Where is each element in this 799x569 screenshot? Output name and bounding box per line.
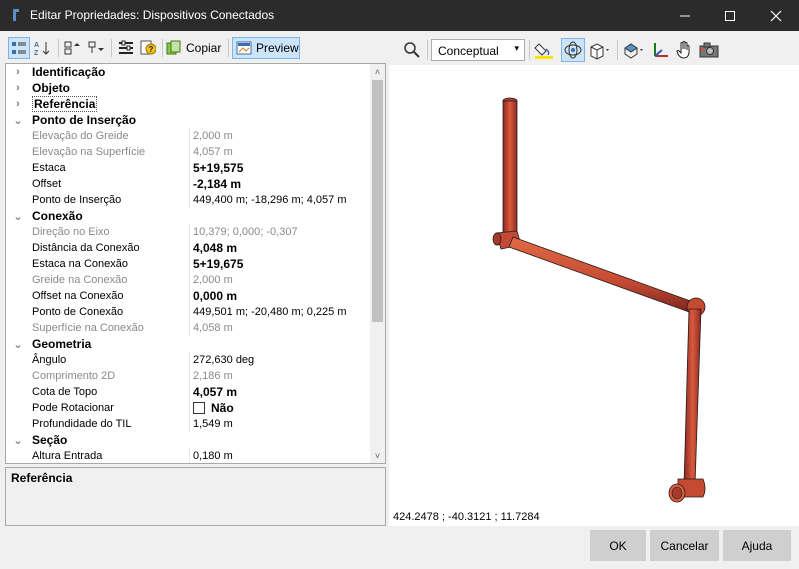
axes-button[interactable] — [649, 38, 671, 62]
collapse-icon — [88, 41, 104, 53]
axes-icon — [654, 43, 668, 57]
app-icon — [13, 9, 19, 21]
pipe-model — [492, 97, 706, 503]
property-grid: › Identificação › Objeto › Referência ⌄ … — [5, 63, 386, 464]
property-row[interactable]: Ângulo 272,630 deg — [6, 352, 370, 368]
property-row[interactable]: Offset na Conexão 0,000 m — [6, 288, 370, 304]
fill-color-button[interactable] — [533, 38, 555, 62]
property-row[interactable]: Elevação do Greide 2,000 m — [6, 128, 370, 144]
view-cube-button[interactable] — [587, 38, 613, 62]
property-row[interactable]: Distância da Conexão 4,048 m — [6, 240, 370, 256]
preview-button[interactable]: Preview — [232, 37, 300, 59]
visual-style-value: Conceptual — [438, 44, 499, 58]
category-geometria[interactable]: ⌄ Geometria — [6, 336, 370, 352]
categorized-icon — [12, 42, 26, 54]
zoom-button[interactable] — [401, 38, 423, 62]
copy-button[interactable]: Copiar — [166, 37, 224, 59]
property-row[interactable]: Superfície na Conexão 4,058 m — [6, 320, 370, 336]
copy-icon — [166, 40, 181, 55]
category-referencia[interactable]: › Referência — [6, 96, 370, 112]
vertical-scrollbar[interactable]: ˄ ˅ — [370, 64, 385, 463]
property-row[interactable]: Offset -2,184 m — [6, 176, 370, 192]
camera-icon — [699, 42, 719, 58]
cursor-coordinates: 424.2478 ; -40.3121 ; 11.7284 — [393, 511, 540, 523]
orbit-icon — [564, 41, 582, 59]
svg-text:Z: Z — [34, 50, 39, 56]
viewer-toolbar: Conceptual ▾ — [393, 36, 799, 64]
scroll-up-icon[interactable]: ˄ — [370, 64, 385, 79]
description-title: Referência — [11, 471, 73, 485]
title-bar: Editar Propriedades: Dispositivos Conect… — [0, 0, 799, 31]
scroll-down-icon[interactable]: ˅ — [370, 448, 385, 463]
display-mode-button[interactable] — [621, 38, 647, 62]
cube-view-icon — [590, 43, 609, 60]
property-row[interactable]: Elevação na Superfície 4,057 m — [6, 144, 370, 160]
sort-alphabetical-icon: A Z — [34, 42, 50, 56]
property-row[interactable]: Comprimento 2D 2,186 m — [6, 368, 370, 384]
help-dialog-button[interactable]: Ajuda — [723, 530, 791, 561]
property-row[interactable]: Cota de Topo 4,057 m — [6, 384, 370, 400]
svg-text:A: A — [34, 42, 39, 49]
properties-toolbar: A Z ? Copiar Preview — [6, 37, 388, 61]
description-panel: Referência — [5, 467, 386, 526]
chevron-right-icon[interactable]: › — [12, 96, 24, 112]
chevron-right-icon[interactable]: › — [12, 64, 24, 80]
chevron-down-icon[interactable]: ⌄ — [12, 208, 24, 224]
property-row[interactable]: Estaca 5+19,575 — [6, 160, 370, 176]
category-secao[interactable]: ⌄ Seção — [6, 432, 370, 448]
expand-icon — [64, 41, 80, 55]
rotate-checkbox[interactable] — [193, 402, 205, 414]
chevron-right-icon[interactable]: › — [12, 80, 24, 96]
visual-style-select[interactable]: Conceptual ▾ — [431, 39, 525, 61]
help-button[interactable]: ? — [137, 37, 159, 59]
magnifier-icon — [404, 42, 420, 58]
chevron-down-icon[interactable]: ⌄ — [12, 432, 24, 448]
dropdown-arrow-icon: ▾ — [514, 43, 519, 53]
collapse-all-button[interactable] — [86, 37, 108, 59]
property-pages-button[interactable] — [115, 37, 137, 59]
category-conexao[interactable]: ⌄ Conexão — [6, 208, 370, 224]
orbit-button[interactable] — [561, 38, 585, 62]
property-row[interactable]: Altura Entrada 0,180 m — [6, 448, 370, 463]
property-row[interactable]: Ponto de Inserção 449,400 m; -18,296 m; … — [6, 192, 370, 208]
display-mode-icon — [624, 43, 643, 59]
category-objeto[interactable]: › Objeto — [6, 80, 370, 96]
paint-bucket-icon — [534, 43, 553, 59]
category-identificacao[interactable]: › Identificação — [6, 64, 370, 80]
preview-icon — [236, 41, 252, 55]
chevron-down-icon[interactable]: ⌄ — [12, 336, 24, 352]
chevron-down-icon[interactable]: ⌄ — [12, 112, 24, 128]
minimize-button[interactable] — [662, 0, 708, 31]
property-row[interactable]: Greide na Conexão 2,000 m — [6, 272, 370, 288]
maximize-icon — [725, 10, 735, 21]
svg-text:?: ? — [149, 45, 154, 54]
copy-label: Copiar — [186, 41, 222, 55]
ok-button[interactable]: OK — [590, 530, 646, 561]
pan-button[interactable] — [673, 38, 695, 62]
property-row[interactable]: Ponto de Conexão 449,501 m; -20,480 m; 0… — [6, 304, 370, 320]
scroll-thumb[interactable] — [372, 80, 383, 322]
categorized-button[interactable] — [8, 37, 30, 59]
camera-button[interactable] — [697, 38, 721, 62]
alphabetical-button[interactable]: A Z — [32, 37, 54, 59]
expand-all-button[interactable] — [62, 37, 84, 59]
cancel-button[interactable]: Cancelar — [650, 530, 719, 561]
property-row[interactable]: Estaca na Conexão 5+19,675 — [6, 256, 370, 272]
property-row[interactable]: Direção no Eixo 10,379; 0,000; -0,307 — [6, 224, 370, 240]
window-title: Editar Propriedades: Dispositivos Conect… — [30, 8, 275, 22]
close-button[interactable] — [753, 0, 799, 31]
settings-list-icon — [119, 40, 133, 54]
preview-label: Preview — [256, 41, 299, 55]
hand-icon — [676, 41, 690, 59]
close-icon — [770, 10, 782, 21]
category-ponto-insercao[interactable]: ⌄ Ponto de Inserção — [6, 112, 370, 128]
property-row[interactable]: Pode Rotacionar Não — [6, 400, 370, 416]
maximize-button[interactable] — [707, 0, 753, 31]
preview-viewport[interactable]: 424.2478 ; -40.3121 ; 11.7284 — [389, 65, 799, 526]
property-row[interactable]: Profundidade do TIL 1,549 m — [6, 416, 370, 432]
minimize-icon — [680, 15, 690, 16]
help-icon: ? — [140, 40, 156, 55]
